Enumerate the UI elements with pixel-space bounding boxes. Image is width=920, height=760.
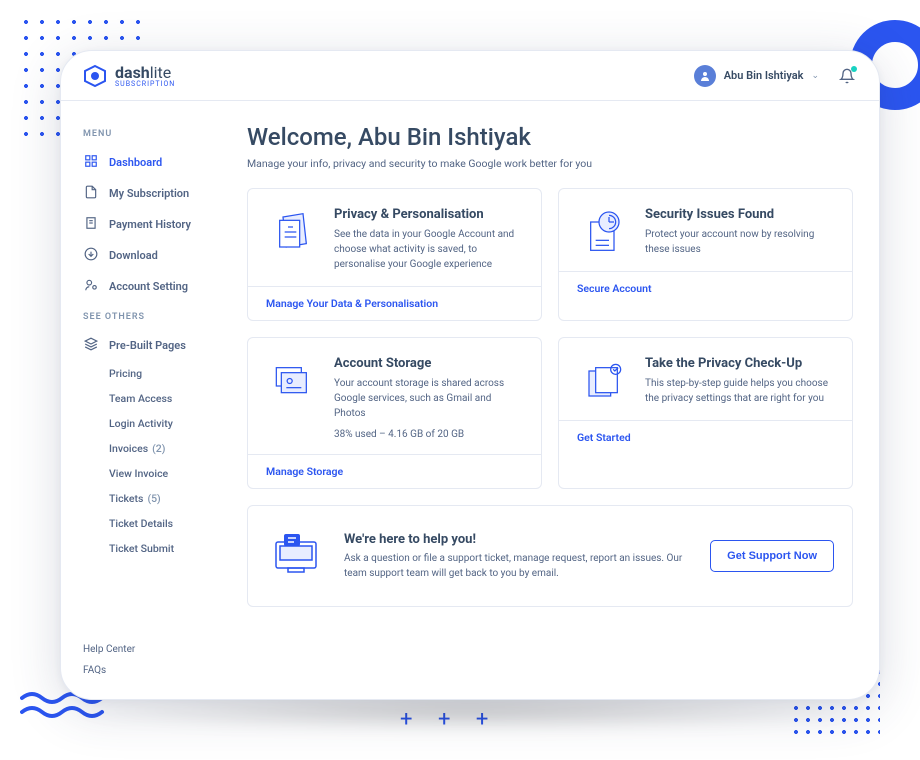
brand-subtitle: SUBSCRIPTION — [115, 80, 175, 88]
help-center-link[interactable]: Help Center — [83, 639, 233, 660]
user-area: Abu Bin Ishtiyak ⌄ — [694, 65, 857, 87]
help-card: We're here to help you! Ask a question o… — [247, 505, 853, 607]
page-title: Welcome, Abu Bin Ishtiyak — [247, 123, 853, 151]
sub-ticket-details[interactable]: Ticket Details — [109, 511, 233, 536]
nav-label: My Subscription — [109, 187, 189, 200]
card-storage: Account Storage Your account storage is … — [247, 337, 542, 489]
sidebar-item-payment-history[interactable]: Payment History — [83, 209, 233, 240]
sub-invoices[interactable]: Invoices(2) — [109, 436, 233, 461]
card-text: Protect your account now by resolving th… — [645, 227, 834, 257]
grid-icon — [83, 154, 99, 171]
sub-tickets[interactable]: Tickets(5) — [109, 486, 233, 511]
sub-view-invoice[interactable]: View Invoice — [109, 461, 233, 486]
get-support-button[interactable]: Get Support Now — [710, 540, 834, 572]
card-title: Take the Privacy Check-Up — [645, 356, 834, 371]
sidebar-menu-label: MENU — [83, 129, 233, 139]
help-title: We're here to help you! — [344, 532, 692, 547]
sidebar-item-download[interactable]: Download — [83, 240, 233, 271]
sub-pricing[interactable]: Pricing — [109, 361, 233, 386]
header: dashlite SUBSCRIPTION Abu Bin Ishtiyak ⌄ — [61, 51, 879, 101]
security-icon — [577, 207, 631, 257]
nav-label: Download — [109, 249, 158, 262]
device-frame: dashlite SUBSCRIPTION Abu Bin Ishtiyak ⌄… — [60, 50, 880, 700]
checkup-icon — [577, 356, 631, 406]
brand[interactable]: dashlite SUBSCRIPTION — [83, 63, 175, 88]
layers-icon — [83, 337, 99, 354]
card-text: See the data in your Google Account and … — [334, 227, 523, 272]
card-text: This step-by-step guide helps you choose… — [645, 376, 834, 406]
chevron-down-icon: ⌄ — [811, 71, 819, 81]
card-title: Account Storage — [334, 356, 523, 371]
card-privacy: Privacy & Personalisation See the data i… — [247, 188, 542, 321]
receipt-icon — [83, 216, 99, 233]
card-title: Privacy & Personalisation — [334, 207, 523, 222]
card-title: Security Issues Found — [645, 207, 834, 222]
card-security: Security Issues Found Protect your accou… — [558, 188, 853, 321]
avatar-icon — [694, 65, 716, 87]
card-checkup: Take the Privacy Check-Up This step-by-s… — [558, 337, 853, 489]
notification-dot — [851, 66, 857, 72]
faqs-link[interactable]: FAQs — [83, 660, 233, 681]
page-subtitle: Manage your info, privacy and security t… — [247, 157, 853, 170]
main-content: Welcome, Abu Bin Ishtiyak Manage your in… — [233, 101, 879, 699]
sub-ticket-submit[interactable]: Ticket Submit — [109, 536, 233, 561]
notification-button[interactable] — [837, 66, 857, 86]
sidebar: MENU Dashboard My Subscription Payment H… — [61, 101, 233, 699]
download-icon — [83, 247, 99, 264]
storage-meta: 38% used – 4.16 GB of 20 GB — [334, 429, 523, 440]
sidebar-item-prebuilt[interactable]: Pre-Built Pages — [83, 330, 233, 361]
sidebar-others-label: SEE OTHERS — [83, 312, 233, 322]
card-action-storage[interactable]: Manage Storage — [248, 454, 541, 488]
sub-team-access[interactable]: Team Access — [109, 386, 233, 411]
brand-logo-icon — [83, 64, 107, 88]
nav-label: Dashboard — [109, 156, 162, 169]
sub-login-activity[interactable]: Login Activity — [109, 411, 233, 436]
sidebar-item-subscription[interactable]: My Subscription — [83, 178, 233, 209]
nav-label: Account Setting — [109, 280, 188, 293]
sidebar-item-dashboard[interactable]: Dashboard — [83, 147, 233, 178]
nav-label: Payment History — [109, 218, 191, 231]
card-action-checkup[interactable]: Get Started — [559, 420, 852, 454]
help-desc: Ask a question or file a support ticket,… — [344, 551, 692, 581]
privacy-icon — [266, 207, 320, 272]
file-icon — [83, 185, 99, 202]
help-icon — [266, 524, 326, 588]
sidebar-item-account-setting[interactable]: Account Setting — [83, 271, 233, 302]
nav-label: Pre-Built Pages — [109, 339, 186, 352]
card-text: Your account storage is shared across Go… — [334, 376, 523, 421]
user-menu[interactable]: Abu Bin Ishtiyak ⌄ — [694, 65, 819, 87]
user-name: Abu Bin Ishtiyak — [724, 69, 804, 82]
storage-icon — [266, 356, 320, 440]
card-action-security[interactable]: Secure Account — [559, 271, 852, 305]
user-cog-icon — [83, 278, 99, 295]
card-action-privacy[interactable]: Manage Your Data & Personalisation — [248, 286, 541, 320]
